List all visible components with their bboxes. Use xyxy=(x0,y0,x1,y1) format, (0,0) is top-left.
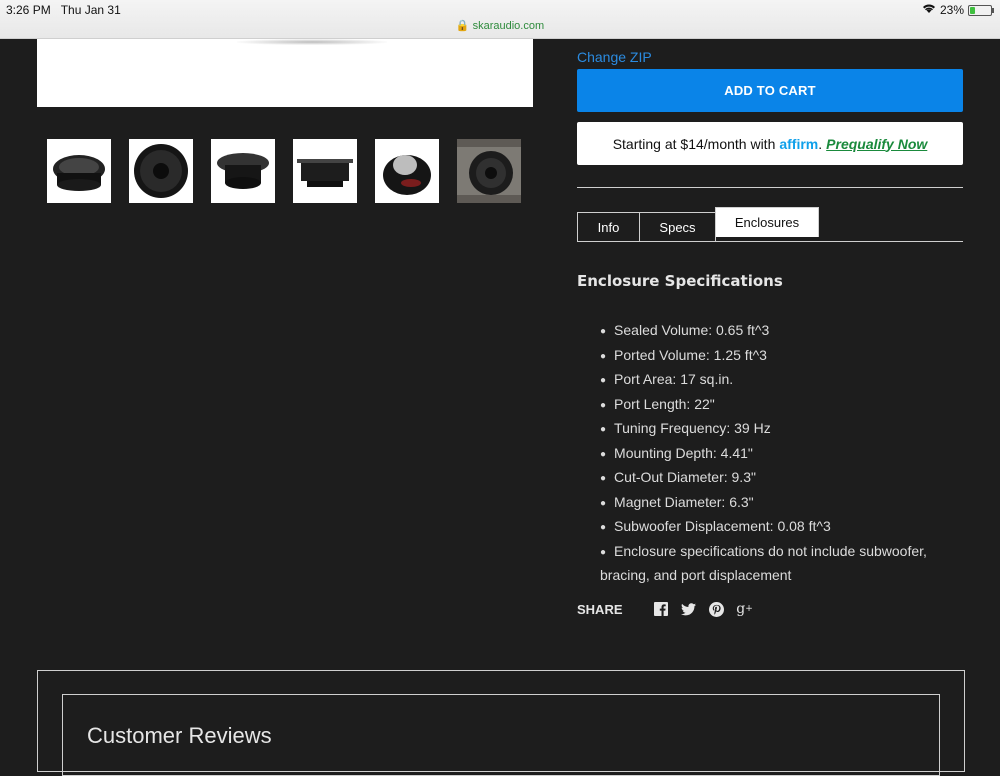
tab-enclosures[interactable]: Enclosures xyxy=(715,207,819,237)
share-bar: SHARE g + xyxy=(577,601,753,617)
bullet-icon: ● xyxy=(600,448,607,460)
bullet-icon: ● xyxy=(600,375,607,386)
status-clock: 3:26 PM xyxy=(6,3,51,17)
spec-text: Port Length: 22" xyxy=(614,395,715,412)
reviews-section: Customer Reviews xyxy=(37,670,965,776)
thumbnail-5[interactable] xyxy=(375,139,439,203)
twitter-icon[interactable] xyxy=(681,601,697,617)
reviews-title: Customer Reviews xyxy=(87,723,272,748)
battery-fill xyxy=(970,6,975,14)
spec-text: Magnet Diameter: 6.3" xyxy=(614,493,754,510)
spec-text: Port Area: 17 sq.in. xyxy=(614,371,734,387)
thumbnail-6[interactable] xyxy=(457,139,521,203)
thumbnail-2[interactable] xyxy=(129,139,193,203)
spec-text: Tuning Frequency: 39 Hz xyxy=(614,420,771,436)
share-label: SHARE xyxy=(577,601,623,617)
bullet-icon: ● xyxy=(600,350,607,362)
list-item: ● Tuning Frequency: 39 Hz xyxy=(600,417,960,442)
bullet-icon: ● xyxy=(600,522,607,533)
tab-info[interactable]: Info xyxy=(577,212,640,241)
status-time: 3:26 PM Thu Jan 31 xyxy=(6,3,121,17)
list-item: ● Enclosure specifications do not include… xyxy=(600,540,960,588)
lock-icon: 🔒 xyxy=(455,20,470,32)
bullet-icon: ● xyxy=(600,399,607,411)
affirm-logo: affirm xyxy=(779,135,819,152)
list-item: ● Subwoofer Displacement: 0.08 ft^3 xyxy=(600,515,960,540)
spec-text: Mounting Depth: 4.41" xyxy=(614,444,753,461)
google-plus-icon[interactable]: g + xyxy=(736,601,753,617)
wifi-icon xyxy=(922,3,936,17)
facebook-icon[interactable] xyxy=(653,601,669,617)
pinterest-icon[interactable] xyxy=(709,601,725,617)
status-right: 23% xyxy=(922,3,994,17)
bullet-icon: ● xyxy=(600,473,607,484)
affirm-separator: . xyxy=(818,135,823,152)
battery-percent: 23% xyxy=(939,3,964,17)
bullet-icon: ● xyxy=(600,546,607,558)
change-zip-link[interactable]: Change ZIP xyxy=(577,49,652,65)
url-text: skaraudio.com xyxy=(472,20,545,32)
affirm-banner: Starting at $14/month with affirm. Prequ… xyxy=(577,122,963,165)
list-item: ● Port Length: 22" xyxy=(600,393,960,418)
list-item: ● Ported Volume: 1.25 ft^3 xyxy=(600,344,960,369)
affirm-text: Starting at $14/month with xyxy=(612,135,776,152)
status-bar: 3:26 PM Thu Jan 31 23% 🔒 skaraudio.com xyxy=(0,0,1000,39)
image-shadow xyxy=(237,39,387,45)
enclosure-spec-list: ● Sealed Volume: 0.65 ft^3 ● Ported Volume… xyxy=(600,319,960,588)
spec-text: Enclosure specifications do not include … xyxy=(600,542,927,584)
thumbnail-3[interactable] xyxy=(211,139,275,203)
tab-specs[interactable]: Specs xyxy=(639,212,716,241)
add-to-cart-button[interactable]: ADD TO CART xyxy=(577,69,963,112)
spec-text: Cut-Out Diameter: 9.3" xyxy=(614,469,756,485)
list-item: ● Magnet Diameter: 6.3" xyxy=(600,491,960,516)
spec-text: Ported Volume: 1.25 ft^3 xyxy=(614,346,767,363)
bullet-icon: ● xyxy=(600,497,607,509)
list-item: ● Port Area: 17 sq.in. xyxy=(600,368,960,393)
thumbnail-strip xyxy=(47,139,521,203)
product-tabs: Info Specs Enclosures xyxy=(577,207,963,242)
list-item: ● Sealed Volume: 0.65 ft^3 xyxy=(600,319,960,344)
main-product-image[interactable] xyxy=(37,39,533,107)
spec-text: Subwoofer Displacement: 0.08 ft^3 xyxy=(614,518,831,534)
address-bar[interactable]: 🔒 skaraudio.com xyxy=(0,19,1000,32)
reviews-panel: Customer Reviews xyxy=(62,694,940,776)
bullet-icon: ● xyxy=(600,326,607,337)
spec-text: Sealed Volume: 0.65 ft^3 xyxy=(614,322,770,338)
list-item: ● Cut-Out Diameter: 9.3" xyxy=(600,466,960,491)
status-date: Thu Jan 31 xyxy=(60,3,121,17)
prequalify-now-link[interactable]: Prequalify Now xyxy=(826,136,927,152)
bullet-icon: ● xyxy=(600,424,607,435)
divider xyxy=(577,187,963,188)
list-item: ● Mounting Depth: 4.41" xyxy=(600,442,960,467)
enclosure-title: Enclosure Specifications xyxy=(577,272,783,290)
thumbnail-4[interactable] xyxy=(293,139,357,203)
battery-icon xyxy=(968,4,994,16)
thumbnail-1[interactable] xyxy=(47,139,111,203)
